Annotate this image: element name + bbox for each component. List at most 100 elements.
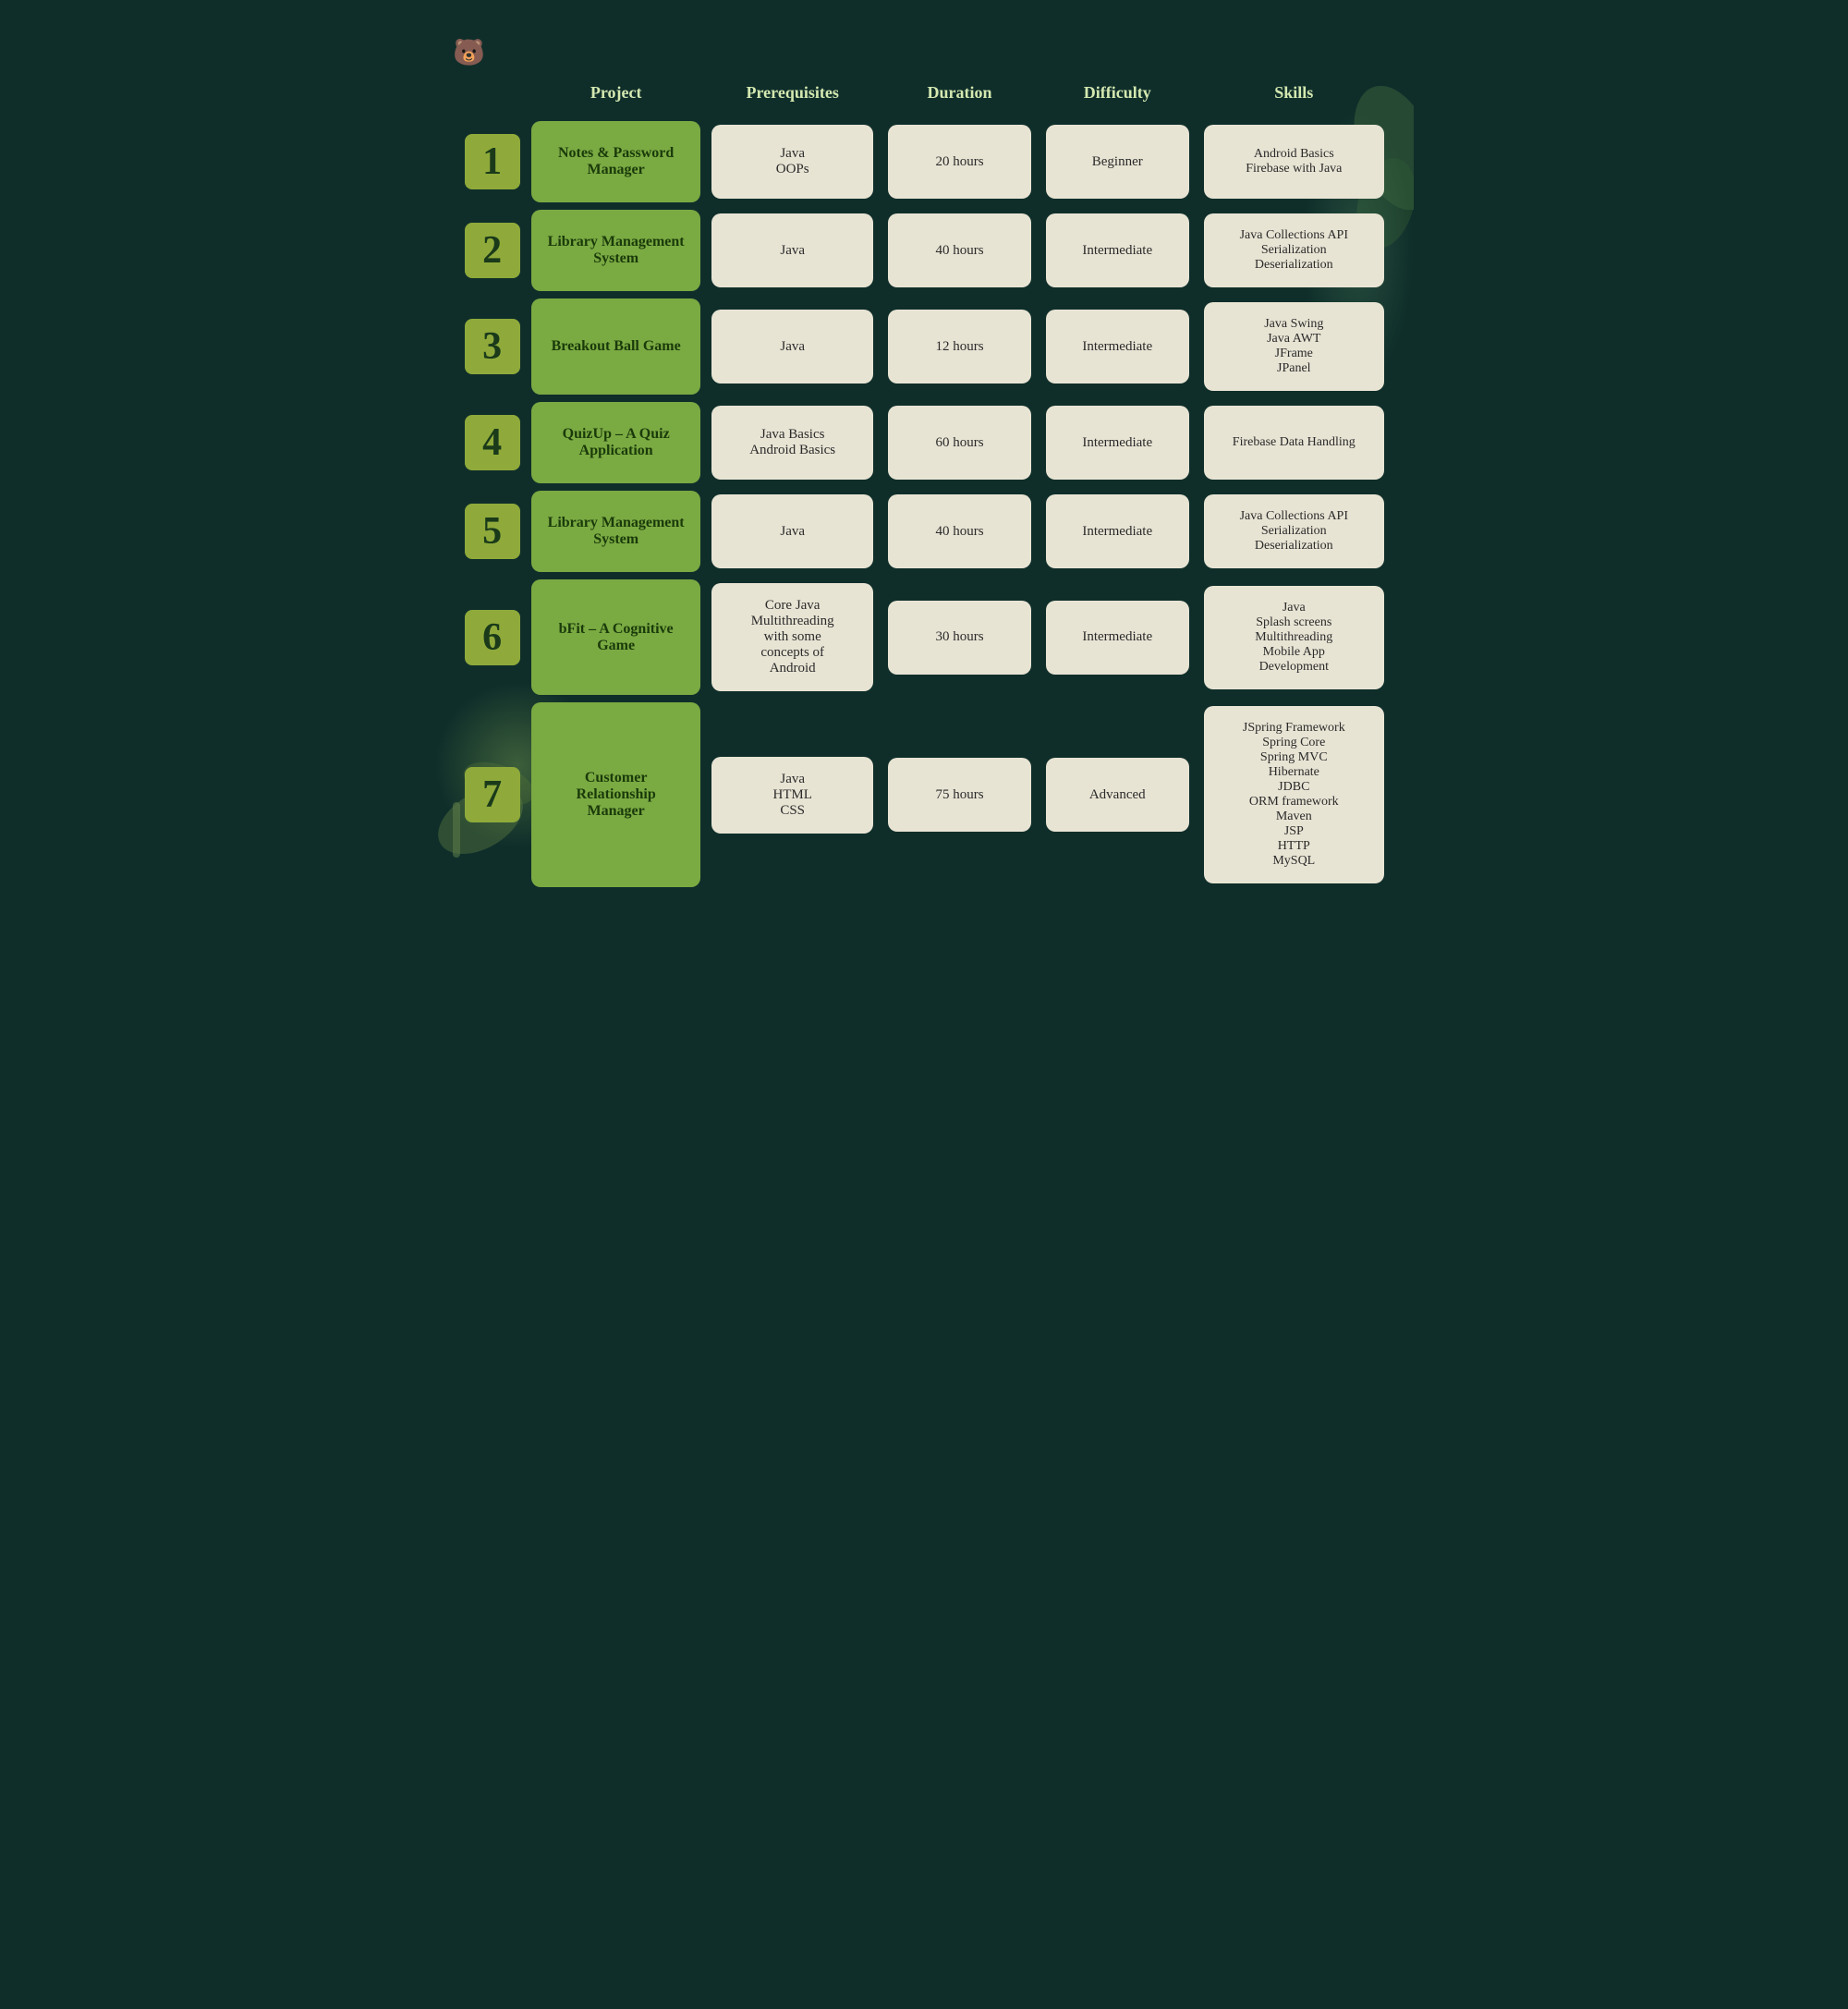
- prerequisites-cell: JavaOOPs: [708, 121, 877, 202]
- prerequisites-cell: Java BasicsAndroid Basics: [708, 402, 877, 483]
- project-cell: Notes & Password Manager: [531, 121, 700, 202]
- logo: 🐻: [453, 37, 485, 68]
- header-skills: Skills: [1200, 72, 1388, 114]
- skills-cell: Java SwingJava AWTJFrameJPanel: [1200, 298, 1388, 395]
- prerequisites-value: Core JavaMultithreadingwith someconcepts…: [711, 583, 873, 691]
- difficulty-cell: Intermediate: [1042, 298, 1193, 395]
- project-cell: Breakout Ball Game: [531, 298, 700, 395]
- project-cell: Library Management System: [531, 210, 700, 291]
- prerequisites-cell: Java: [708, 298, 877, 395]
- duration-cell: 40 hours: [884, 210, 1035, 291]
- prerequisites-cell: Core JavaMultithreadingwith someconcepts…: [708, 579, 877, 695]
- skills-value: Android BasicsFirebase with Java: [1204, 125, 1384, 199]
- curriculum-table: Project Prerequisites Duration Difficult…: [453, 65, 1395, 895]
- duration-cell: 60 hours: [884, 402, 1035, 483]
- row-number: 1: [465, 134, 520, 189]
- row-number: 3: [465, 319, 520, 374]
- table-row: 2 Library Management SystemJava40 hoursIn…: [460, 210, 1388, 291]
- skills-value: Firebase Data Handling: [1204, 406, 1384, 480]
- difficulty-value: Intermediate: [1046, 494, 1189, 568]
- duration-value: 30 hours: [888, 601, 1031, 675]
- row-number: 7: [465, 767, 520, 822]
- prerequisites-cell: JavaHTMLCSS: [708, 702, 877, 887]
- difficulty-value: Intermediate: [1046, 601, 1189, 675]
- header-project: Project: [531, 72, 700, 114]
- skills-value: JavaSplash screensMultithreadingMobile A…: [1204, 586, 1384, 689]
- number-cell: 4: [460, 402, 524, 483]
- skills-cell: JSpring FrameworkSpring CoreSpring MVCHi…: [1200, 702, 1388, 887]
- prerequisites-value: Java: [711, 310, 873, 384]
- header-difficulty: Difficulty: [1042, 72, 1193, 114]
- table-row: 1 Notes & Password ManagerJavaOOPs20 hour…: [460, 121, 1388, 202]
- prerequisites-value: JavaHTMLCSS: [711, 757, 873, 834]
- table-row: 5 Library Management SystemJava40 hoursIn…: [460, 491, 1388, 572]
- project-cell: Library Management System: [531, 491, 700, 572]
- difficulty-value: Advanced: [1046, 758, 1189, 832]
- prerequisites-cell: Java: [708, 491, 877, 572]
- skills-value: Java Collections APISerializationDeseria…: [1204, 494, 1384, 568]
- duration-cell: 30 hours: [884, 579, 1035, 695]
- difficulty-cell: Intermediate: [1042, 491, 1193, 572]
- project-name: QuizUp – A Quiz Application: [535, 406, 697, 480]
- row-number: 6: [465, 610, 520, 665]
- difficulty-cell: Beginner: [1042, 121, 1193, 202]
- number-cell: 7: [460, 702, 524, 887]
- difficulty-cell: Intermediate: [1042, 402, 1193, 483]
- table-row: 7 Customer Relationship ManagerJavaHTMLCS…: [460, 702, 1388, 887]
- difficulty-value: Intermediate: [1046, 310, 1189, 384]
- number-cell: 1: [460, 121, 524, 202]
- duration-value: 75 hours: [888, 758, 1031, 832]
- header-prerequisites: Prerequisites: [708, 72, 877, 114]
- duration-cell: 75 hours: [884, 702, 1035, 887]
- number-cell: 2: [460, 210, 524, 291]
- duration-value: 20 hours: [888, 125, 1031, 199]
- duration-value: 40 hours: [888, 213, 1031, 287]
- project-name: Library Management System: [535, 213, 697, 287]
- skills-cell: Android BasicsFirebase with Java: [1200, 121, 1388, 202]
- project-cell: bFit – A Cognitive Game: [531, 579, 700, 695]
- difficulty-cell: Intermediate: [1042, 579, 1193, 695]
- row-number: 2: [465, 223, 520, 278]
- difficulty-cell: Advanced: [1042, 702, 1193, 887]
- skills-value: Java SwingJava AWTJFrameJPanel: [1204, 302, 1384, 391]
- duration-cell: 20 hours: [884, 121, 1035, 202]
- difficulty-value: Beginner: [1046, 125, 1189, 199]
- duration-cell: 12 hours: [884, 298, 1035, 395]
- project-name: Notes & Password Manager: [535, 125, 697, 199]
- prerequisites-cell: Java: [708, 210, 877, 291]
- number-cell: 5: [460, 491, 524, 572]
- difficulty-value: Intermediate: [1046, 406, 1189, 480]
- duration-cell: 40 hours: [884, 491, 1035, 572]
- prerequisites-value: Java: [711, 494, 873, 568]
- difficulty-value: Intermediate: [1046, 213, 1189, 287]
- header-row: Project Prerequisites Duration Difficult…: [460, 72, 1388, 114]
- project-name: Customer Relationship Manager: [535, 751, 697, 838]
- number-cell: 3: [460, 298, 524, 395]
- row-number: 4: [465, 415, 520, 470]
- project-name: bFit – A Cognitive Game: [535, 601, 697, 675]
- main-container: 🐻 Project Prerequisites Duration Difficu…: [434, 18, 1414, 922]
- project-name: Breakout Ball Game: [535, 310, 697, 384]
- difficulty-cell: Intermediate: [1042, 210, 1193, 291]
- project-cell: Customer Relationship Manager: [531, 702, 700, 887]
- prerequisites-value: Java: [711, 213, 873, 287]
- skills-value: JSpring FrameworkSpring CoreSpring MVCHi…: [1204, 706, 1384, 883]
- table-row: 4 QuizUp – A Quiz ApplicationJava BasicsA…: [460, 402, 1388, 483]
- prerequisites-value: Java BasicsAndroid Basics: [711, 406, 873, 480]
- table-row: 6 bFit – A Cognitive GameCore JavaMultith…: [460, 579, 1388, 695]
- project-name: Library Management System: [535, 494, 697, 568]
- header-number: [460, 72, 524, 114]
- prerequisites-value: JavaOOPs: [711, 125, 873, 199]
- project-cell: QuizUp – A Quiz Application: [531, 402, 700, 483]
- duration-value: 60 hours: [888, 406, 1031, 480]
- duration-value: 40 hours: [888, 494, 1031, 568]
- row-number: 5: [465, 504, 520, 559]
- duration-value: 12 hours: [888, 310, 1031, 384]
- skills-cell: Firebase Data Handling: [1200, 402, 1388, 483]
- header-duration: Duration: [884, 72, 1035, 114]
- skills-cell: Java Collections APISerializationDeseria…: [1200, 491, 1388, 572]
- table-wrapper: Project Prerequisites Duration Difficult…: [453, 65, 1395, 895]
- skills-value: Java Collections APISerializationDeseria…: [1204, 213, 1384, 287]
- table-row: 3 Breakout Ball GameJava12 hoursIntermedi…: [460, 298, 1388, 395]
- skills-cell: Java Collections APISerializationDeseria…: [1200, 210, 1388, 291]
